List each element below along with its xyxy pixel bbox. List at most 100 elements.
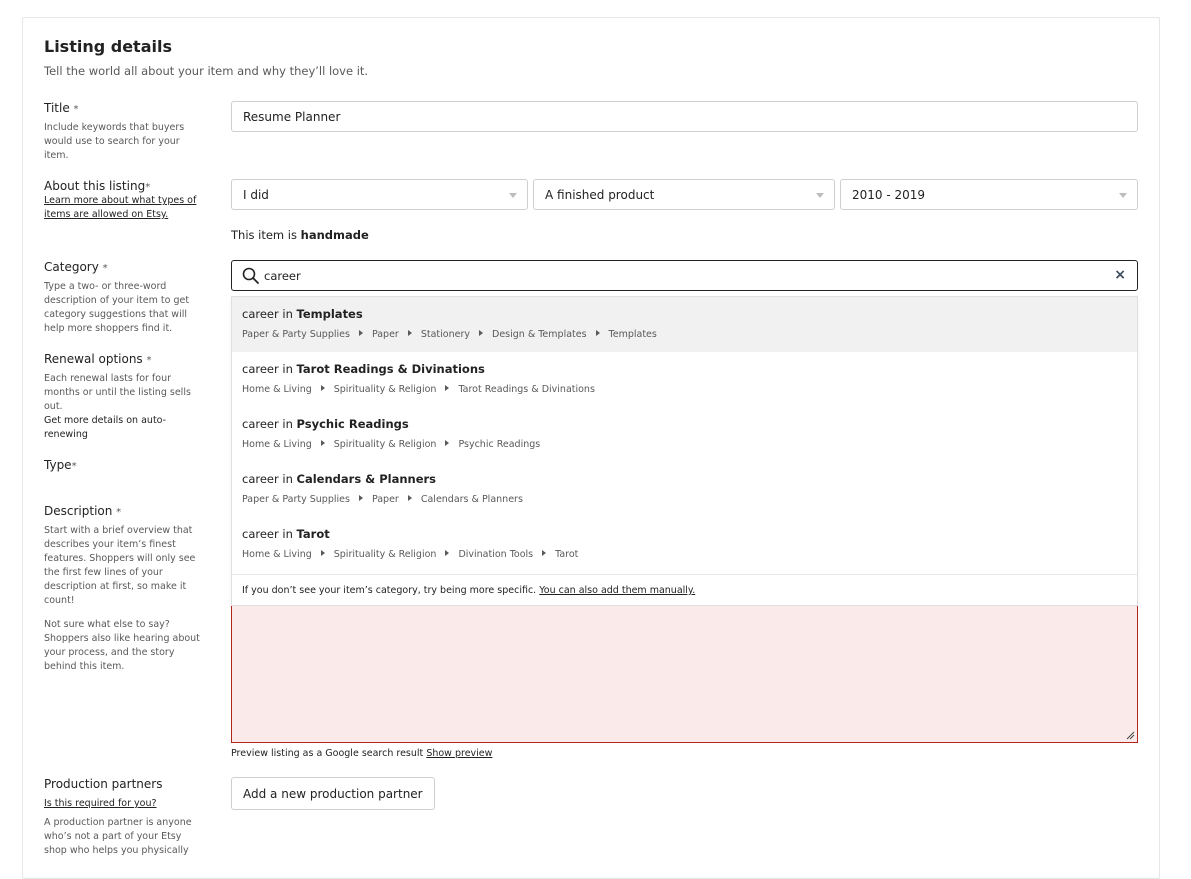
search-icon	[242, 267, 259, 284]
clear-icon[interactable]: ×	[1114, 267, 1126, 283]
renewal-label-text: Renewal options	[44, 352, 143, 366]
footer-text: If you don’t see your item’s category, t…	[242, 585, 537, 596]
show-preview-link[interactable]: Show preview	[426, 748, 492, 759]
description-label: Description *	[44, 504, 121, 518]
what-is-it-value: A finished product	[545, 187, 655, 202]
when-made-select[interactable]: 2010 - 2019	[840, 179, 1138, 210]
path-segment: Paper	[371, 329, 399, 340]
category-search-input[interactable]: career ×	[231, 260, 1138, 291]
title-label: Title *	[44, 101, 79, 115]
caret-right-icon	[595, 330, 600, 336]
who-made-select[interactable]: I did	[231, 179, 528, 210]
suggestion-title: career in Calendars & Planners	[242, 472, 436, 486]
suggestion-prefix: career in	[242, 472, 293, 486]
caret-right-icon	[542, 550, 547, 556]
preview-text: Preview listing as a Google search resul…	[231, 748, 424, 759]
path-segment: Tarot Readings & Divinations	[458, 384, 595, 395]
suggestion-path: Paper & Party Supplies Paper Calendars & P…	[242, 494, 523, 505]
path-segment: Stationery	[420, 329, 470, 340]
path-segment: Home & Living	[242, 439, 312, 450]
caret-right-icon	[320, 550, 325, 556]
who-made-value: I did	[243, 187, 269, 202]
category-suggestion[interactable]: career in Calendars & Planners Paper & Pa…	[232, 462, 1137, 517]
category-search-value: career	[264, 269, 301, 283]
path-segment: Paper & Party Supplies	[242, 494, 350, 505]
chevron-down-icon	[1119, 193, 1127, 198]
caret-right-icon	[445, 440, 450, 446]
production-label: Production partners	[44, 777, 163, 791]
what-is-it-select[interactable]: A finished product	[533, 179, 835, 210]
path-segment: Home & Living	[242, 549, 312, 560]
path-segment: Spirituality & Religion	[333, 549, 437, 560]
caret-right-icon	[358, 495, 363, 501]
caret-right-icon	[445, 385, 450, 391]
resize-handle-icon[interactable]	[1125, 730, 1135, 740]
auto-renew-link[interactable]: Get more details on auto-renewing	[44, 414, 204, 442]
path-segment: Home & Living	[242, 384, 312, 395]
suggestion-prefix: career in	[242, 417, 293, 431]
category-suggestions-dropdown: career in Templates Paper & Party Supplie…	[231, 296, 1138, 606]
suggestion-path: Home & Living Spirituality & Religion Divi…	[242, 549, 578, 560]
required-mark: *	[73, 104, 79, 115]
suggestion-prefix: career in	[242, 362, 293, 376]
suggestions-footer: If you don’t see your item’s category, t…	[232, 574, 1137, 605]
description-help-2: Not sure what else to say? Shoppers also…	[44, 619, 200, 672]
handmade-status: This item is handmade	[231, 228, 369, 242]
chevron-down-icon	[509, 193, 517, 198]
required-mark: *	[145, 182, 151, 193]
suggestion-prefix: career in	[242, 307, 293, 321]
category-label-text: Category	[44, 260, 99, 274]
preview-line: Preview listing as a Google search resul…	[231, 748, 492, 759]
title-help: Include keywords that buyers would use t…	[44, 122, 185, 161]
caret-right-icon	[407, 495, 412, 501]
description-label-text: Description	[44, 504, 113, 518]
suggestion-name: Calendars & Planners	[296, 472, 437, 486]
path-segment: Templates	[608, 329, 657, 340]
renewal-help: Each renewal lasts for four months or un…	[44, 372, 204, 442]
type-label: Type*	[44, 458, 77, 472]
required-mark: *	[102, 263, 108, 274]
category-suggestion[interactable]: career in Tarot Home & Living Spirituality…	[232, 517, 1137, 572]
path-segment: Calendars & Planners	[420, 494, 523, 505]
caret-right-icon	[407, 330, 412, 336]
suggestion-path: Home & Living Spirituality & Religion Psyc…	[242, 439, 540, 450]
when-made-value: 2010 - 2019	[852, 187, 926, 202]
required-mark: *	[71, 461, 77, 472]
category-label: Category *	[44, 260, 108, 274]
path-segment: Spirituality & Religion	[333, 439, 437, 450]
required-mark: *	[146, 355, 152, 366]
description-textarea[interactable]	[231, 606, 1138, 743]
title-input[interactable]: Resume Planner	[231, 101, 1138, 132]
caret-right-icon	[445, 550, 450, 556]
title-input-value: Resume Planner	[243, 109, 341, 124]
listing-details-card: Listing details Tell the world all about…	[22, 17, 1160, 879]
suggestion-prefix: career in	[242, 527, 293, 541]
suggestion-name: Psychic Readings	[296, 417, 409, 431]
category-suggestion[interactable]: career in Tarot Readings & Divinations Ho…	[232, 352, 1137, 407]
suggestion-title: career in Tarot	[242, 527, 330, 541]
renewal-help-text: Each renewal lasts for four months or un…	[44, 373, 191, 412]
suggestion-title: career in Templates	[242, 307, 363, 321]
suggestion-path: Paper & Party Supplies Paper Stationery Des…	[242, 329, 657, 340]
path-segment: Psychic Readings	[458, 439, 541, 450]
renewal-label: Renewal options *	[44, 352, 152, 366]
about-label: About this listing*	[44, 179, 150, 193]
caret-right-icon	[479, 330, 483, 336]
status-prefix: This item is	[231, 228, 297, 242]
suggestion-name: Tarot	[296, 527, 330, 541]
suggestion-name: Tarot Readings & Divinations	[296, 362, 485, 376]
category-suggestion[interactable]: career in Psychic Readings Home & Living S…	[232, 407, 1137, 462]
path-segment: Divination Tools	[458, 549, 534, 560]
section-subtitle: Tell the world all about your item and w…	[44, 64, 369, 78]
caret-right-icon	[320, 440, 325, 446]
add-manually-link[interactable]: You can also add them manually.	[539, 585, 695, 596]
about-help-link[interactable]: Learn more about what types of items are…	[44, 194, 209, 222]
title-label-text: Title	[44, 101, 70, 115]
add-production-partner-button[interactable]: Add a new production partner	[231, 777, 435, 810]
caret-right-icon	[358, 330, 363, 336]
production-required-link[interactable]: Is this required for you?	[44, 797, 204, 811]
suggestion-title: career in Psychic Readings	[242, 417, 409, 431]
path-segment: Design & Templates	[492, 329, 587, 340]
category-suggestion[interactable]: career in Templates Paper & Party Supplie…	[232, 297, 1137, 352]
path-segment: Paper	[371, 494, 399, 505]
